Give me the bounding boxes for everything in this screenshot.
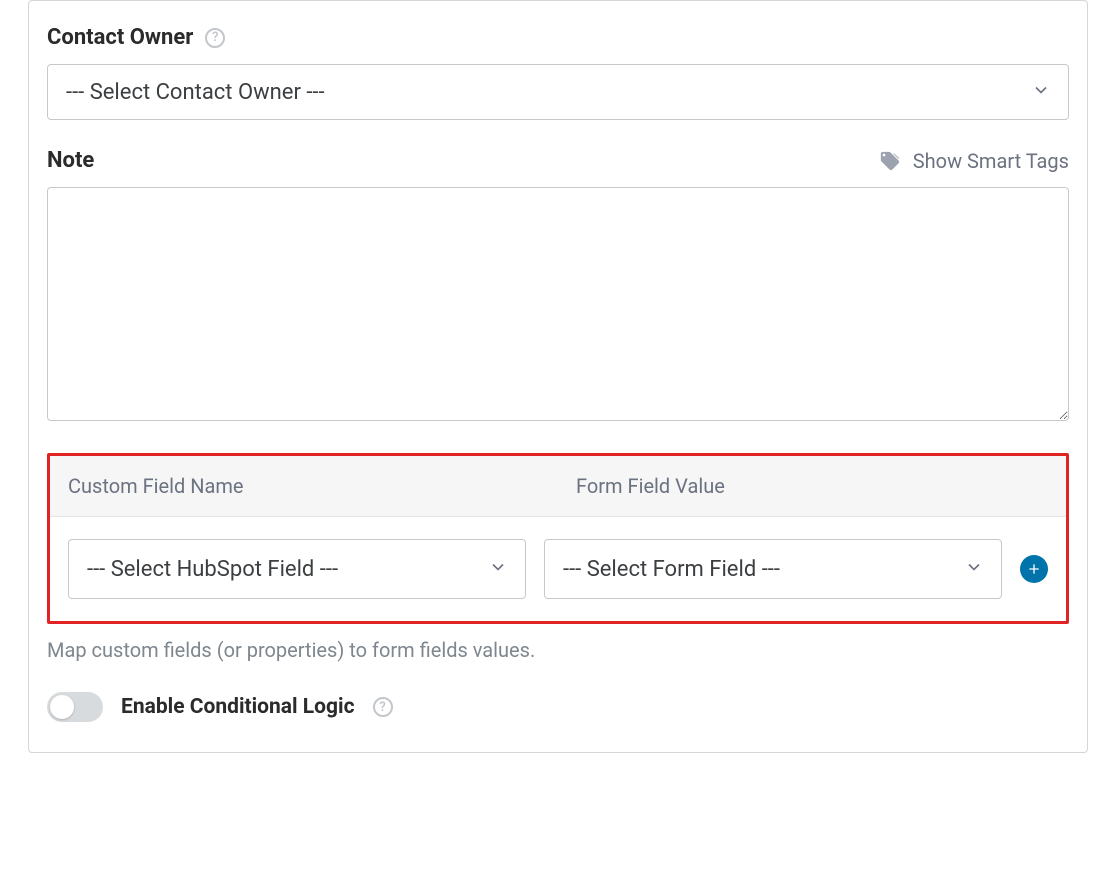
hubspot-field-select[interactable]: --- Select HubSpot Field ---: [68, 539, 526, 599]
tag-icon: [879, 150, 901, 172]
help-icon[interactable]: ?: [205, 28, 225, 48]
mapping-header-value: Form Field Value: [558, 474, 1048, 498]
mapping-header: Custom Field Name Form Field Value: [50, 456, 1066, 517]
form-field-select[interactable]: --- Select Form Field ---: [544, 539, 1002, 599]
contact-owner-select-wrap[interactable]: --- Select Contact Owner ---: [47, 64, 1069, 120]
show-smart-tags-button[interactable]: Show Smart Tags: [879, 149, 1069, 173]
mapping-header-name: Custom Field Name: [68, 474, 558, 498]
note-group: Note Show Smart Tags: [47, 148, 1069, 425]
contact-owner-group: Contact Owner ? --- Select Contact Owner…: [47, 25, 1069, 120]
note-label-row: Note Show Smart Tags: [47, 148, 1069, 173]
hubspot-field-select-wrap[interactable]: --- Select HubSpot Field ---: [68, 539, 526, 599]
custom-field-mapping: Custom Field Name Form Field Value --- S…: [47, 453, 1069, 624]
note-textarea[interactable]: [47, 187, 1069, 421]
contact-owner-label-row: Contact Owner ?: [47, 25, 1069, 50]
contact-owner-label: Contact Owner: [47, 25, 193, 50]
conditional-logic-toggle[interactable]: [47, 692, 103, 722]
mapping-row: --- Select HubSpot Field --- --- Select …: [50, 517, 1066, 621]
smart-tags-label: Show Smart Tags: [913, 149, 1069, 173]
contact-owner-select[interactable]: --- Select Contact Owner ---: [47, 64, 1069, 120]
mapping-help-text: Map custom fields (or properties) to for…: [47, 638, 1069, 662]
conditional-logic-row: Enable Conditional Logic ?: [47, 692, 1069, 722]
add-mapping-button[interactable]: [1020, 555, 1048, 583]
note-label: Note: [47, 148, 94, 173]
form-field-select-wrap[interactable]: --- Select Form Field ---: [544, 539, 1002, 599]
settings-panel: Contact Owner ? --- Select Contact Owner…: [28, 0, 1088, 753]
help-icon[interactable]: ?: [373, 697, 393, 717]
conditional-logic-label: Enable Conditional Logic: [121, 695, 355, 719]
toggle-knob: [50, 695, 74, 719]
plus-icon: [1026, 561, 1042, 577]
